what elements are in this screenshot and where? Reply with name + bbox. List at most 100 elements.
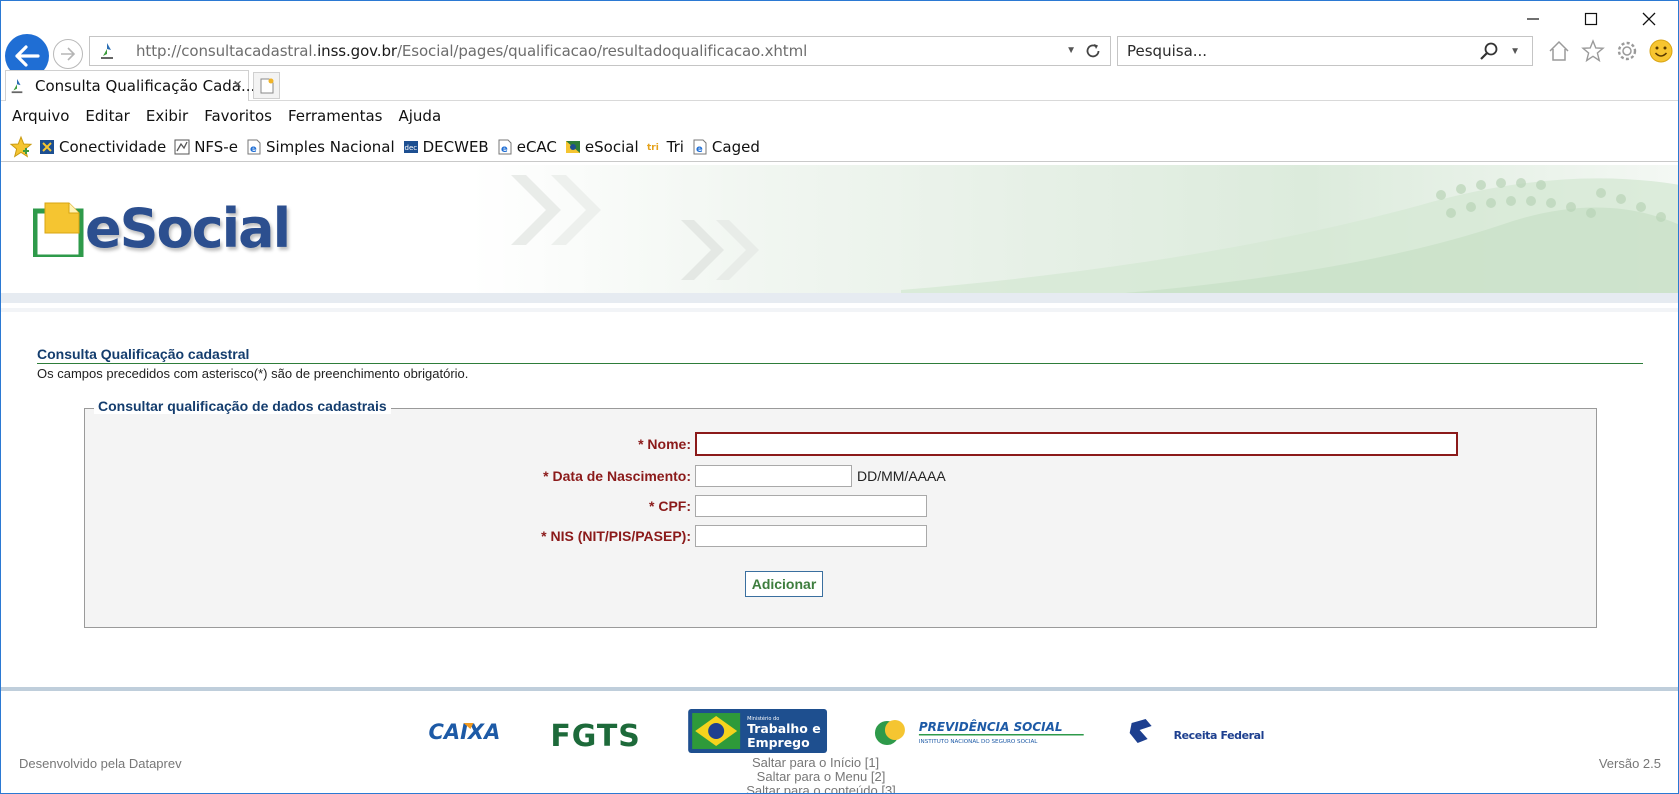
esocial-icon bbox=[565, 140, 580, 153]
trabalho-logo-line2: Emprego bbox=[747, 735, 810, 750]
nome-label: * Nome: bbox=[638, 436, 691, 452]
toolbar-icons bbox=[1545, 37, 1674, 64]
skip-to-content-link[interactable]: Saltar para o conteúdo [3] bbox=[746, 783, 896, 794]
fgts-logo-text: FGTS bbox=[550, 719, 641, 754]
banner-stripe bbox=[1, 293, 1678, 303]
tab-favicon-icon bbox=[9, 76, 25, 96]
favorites-button[interactable] bbox=[1579, 37, 1606, 64]
esocial-logo-mark-icon bbox=[33, 202, 84, 257]
data-nascimento-label: * Data de Nascimento: bbox=[543, 468, 691, 484]
footer-divider bbox=[1, 687, 1678, 691]
refresh-button[interactable] bbox=[1082, 40, 1104, 62]
forward-button[interactable] bbox=[53, 39, 83, 69]
banner-stripe-thin bbox=[1, 308, 1678, 312]
menu-exibir[interactable]: Exibir bbox=[146, 107, 188, 125]
minimize-button[interactable] bbox=[1504, 1, 1562, 37]
favorite-caged[interactable]: e Caged bbox=[692, 138, 760, 156]
svg-text:e: e bbox=[501, 144, 508, 155]
esocial-banner: eSocial bbox=[1, 165, 1678, 295]
nome-input[interactable] bbox=[695, 432, 1458, 456]
page-content: eSocial Consulta Qualificação cadastral … bbox=[1, 165, 1678, 794]
site-favicon bbox=[96, 40, 118, 62]
skip-to-menu-link[interactable]: Saltar para o Menu [2] bbox=[757, 769, 886, 784]
title-divider bbox=[37, 363, 1643, 364]
star-icon bbox=[1580, 38, 1605, 62]
home-icon bbox=[1548, 40, 1569, 61]
favorites-bar: Conectividade NFS-e e Simples Nacional d… bbox=[1, 132, 1678, 162]
cpf-input[interactable] bbox=[695, 495, 927, 517]
address-url[interactable]: http://consultacadastral.inss.gov.br/Eso… bbox=[136, 42, 807, 60]
fieldset-legend: Consultar qualificação de dados cadastra… bbox=[94, 398, 391, 414]
esocial-logo: eSocial bbox=[33, 197, 291, 260]
data-nascimento-input[interactable] bbox=[695, 465, 852, 487]
menu-ajuda[interactable]: Ajuda bbox=[399, 107, 442, 125]
new-tab-button[interactable] bbox=[253, 72, 280, 99]
partner-logos: CAIXA FGTS Ministério do Trabalho e Empr… bbox=[428, 709, 1264, 754]
ie-page-icon: e bbox=[498, 139, 512, 155]
developed-by-text: Desenvolvido pela Dataprev bbox=[19, 756, 182, 771]
tri-icon: tri bbox=[647, 143, 659, 153]
nis-input[interactable] bbox=[695, 525, 927, 547]
address-dropdown-icon[interactable]: ▼ bbox=[1066, 45, 1076, 56]
skip-to-start-link[interactable]: Saltar para o Início [1] bbox=[752, 755, 879, 770]
maximize-icon bbox=[1584, 12, 1598, 26]
search-dropdown-icon[interactable]: ▼ bbox=[1510, 46, 1520, 57]
trabalho-emprego-logo: Ministério do Trabalho e Emprego bbox=[688, 709, 828, 753]
window-controls bbox=[1504, 1, 1678, 37]
caixa-logo: CAIXA bbox=[428, 720, 500, 744]
favorite-simples-nacional[interactable]: e Simples Nacional bbox=[246, 138, 395, 156]
favorite-conectividade[interactable]: Conectividade bbox=[39, 138, 166, 156]
previdencia-social-logo: PREVIDÊNCIA SOCIAL INSTITUTO NACIONAL DO… bbox=[874, 719, 1084, 745]
refresh-icon bbox=[1086, 44, 1100, 58]
adicionar-button[interactable]: Adicionar bbox=[745, 571, 823, 597]
page-title: Consulta Qualificação cadastral bbox=[37, 346, 250, 362]
menu-ferramentas[interactable]: Ferramentas bbox=[288, 107, 383, 125]
menu-bar: Arquivo Editar Exibir Favoritos Ferramen… bbox=[1, 102, 1678, 130]
receita-logo-text: Receita Federal bbox=[1174, 729, 1264, 742]
maximize-button[interactable] bbox=[1562, 1, 1620, 37]
browser-chrome: http://consultacadastral.inss.gov.br/Eso… bbox=[1, 1, 1678, 164]
row-cpf: * CPF: bbox=[541, 495, 927, 517]
previdencia-logo-subtext: INSTITUTO NACIONAL DO SEGURO SOCIAL bbox=[919, 739, 1038, 745]
favorite-esocial[interactable]: eSocial bbox=[565, 138, 639, 156]
nfse-icon bbox=[174, 139, 190, 154]
close-window-button[interactable] bbox=[1620, 1, 1678, 37]
version-text: Versão 2.5 bbox=[1598, 756, 1661, 771]
arrow-right-icon bbox=[61, 47, 76, 61]
favorites-star-icon bbox=[9, 135, 33, 158]
date-format-hint: DD/MM/AAAA bbox=[857, 468, 946, 484]
navigation-bar: http://consultacadastral.inss.gov.br/Eso… bbox=[1, 33, 1678, 78]
favorite-tri[interactable]: tri Tri bbox=[647, 138, 684, 156]
minimize-icon bbox=[1527, 18, 1539, 20]
arrow-left-icon bbox=[15, 45, 40, 67]
gear-icon bbox=[1617, 41, 1636, 60]
settings-button[interactable] bbox=[1613, 37, 1640, 64]
svg-text:e: e bbox=[250, 144, 257, 155]
search-bar[interactable]: Pesquisa... ▼ bbox=[1117, 36, 1533, 66]
ie-page-icon: e bbox=[693, 139, 707, 155]
tab-title: Consulta Qualificação Cada... bbox=[35, 77, 256, 95]
fgts-logo: FGTS bbox=[550, 719, 641, 754]
conectividade-icon bbox=[40, 139, 54, 154]
esocial-logo-text: eSocial bbox=[85, 197, 291, 260]
menu-arquivo[interactable]: Arquivo bbox=[12, 107, 69, 125]
favorite-decweb[interactable]: dec DECWEB bbox=[403, 138, 489, 156]
menu-editar[interactable]: Editar bbox=[85, 107, 129, 125]
tab-close-button[interactable]: × bbox=[233, 76, 242, 93]
feedback-button[interactable] bbox=[1647, 37, 1674, 64]
close-icon bbox=[1642, 12, 1656, 26]
search-input[interactable]: Pesquisa... bbox=[1127, 42, 1207, 60]
address-bar[interactable]: http://consultacadastral.inss.gov.br/Eso… bbox=[89, 36, 1111, 66]
svg-text:tri: tri bbox=[647, 143, 659, 153]
row-data-nascimento: * Data de Nascimento: DD/MM/AAAA bbox=[491, 465, 946, 487]
favorites-center-button[interactable] bbox=[8, 134, 34, 160]
favorite-nfse[interactable]: NFS-e bbox=[174, 138, 238, 156]
skip-links: Saltar para o Início [1] Saltar para o M… bbox=[691, 756, 951, 794]
tab-consulta-qualificacao[interactable]: Consulta Qualificação Cada... × bbox=[5, 70, 255, 101]
menu-favoritos[interactable]: Favoritos bbox=[204, 107, 272, 125]
search-icon[interactable] bbox=[1478, 41, 1500, 63]
favorite-ecac[interactable]: e eCAC bbox=[497, 138, 557, 156]
home-button[interactable] bbox=[1545, 37, 1572, 64]
previdencia-logo-text: PREVIDÊNCIA SOCIAL bbox=[919, 719, 1063, 734]
required-fields-note: Os campos precedidos com asterisco(*) sã… bbox=[37, 366, 469, 381]
